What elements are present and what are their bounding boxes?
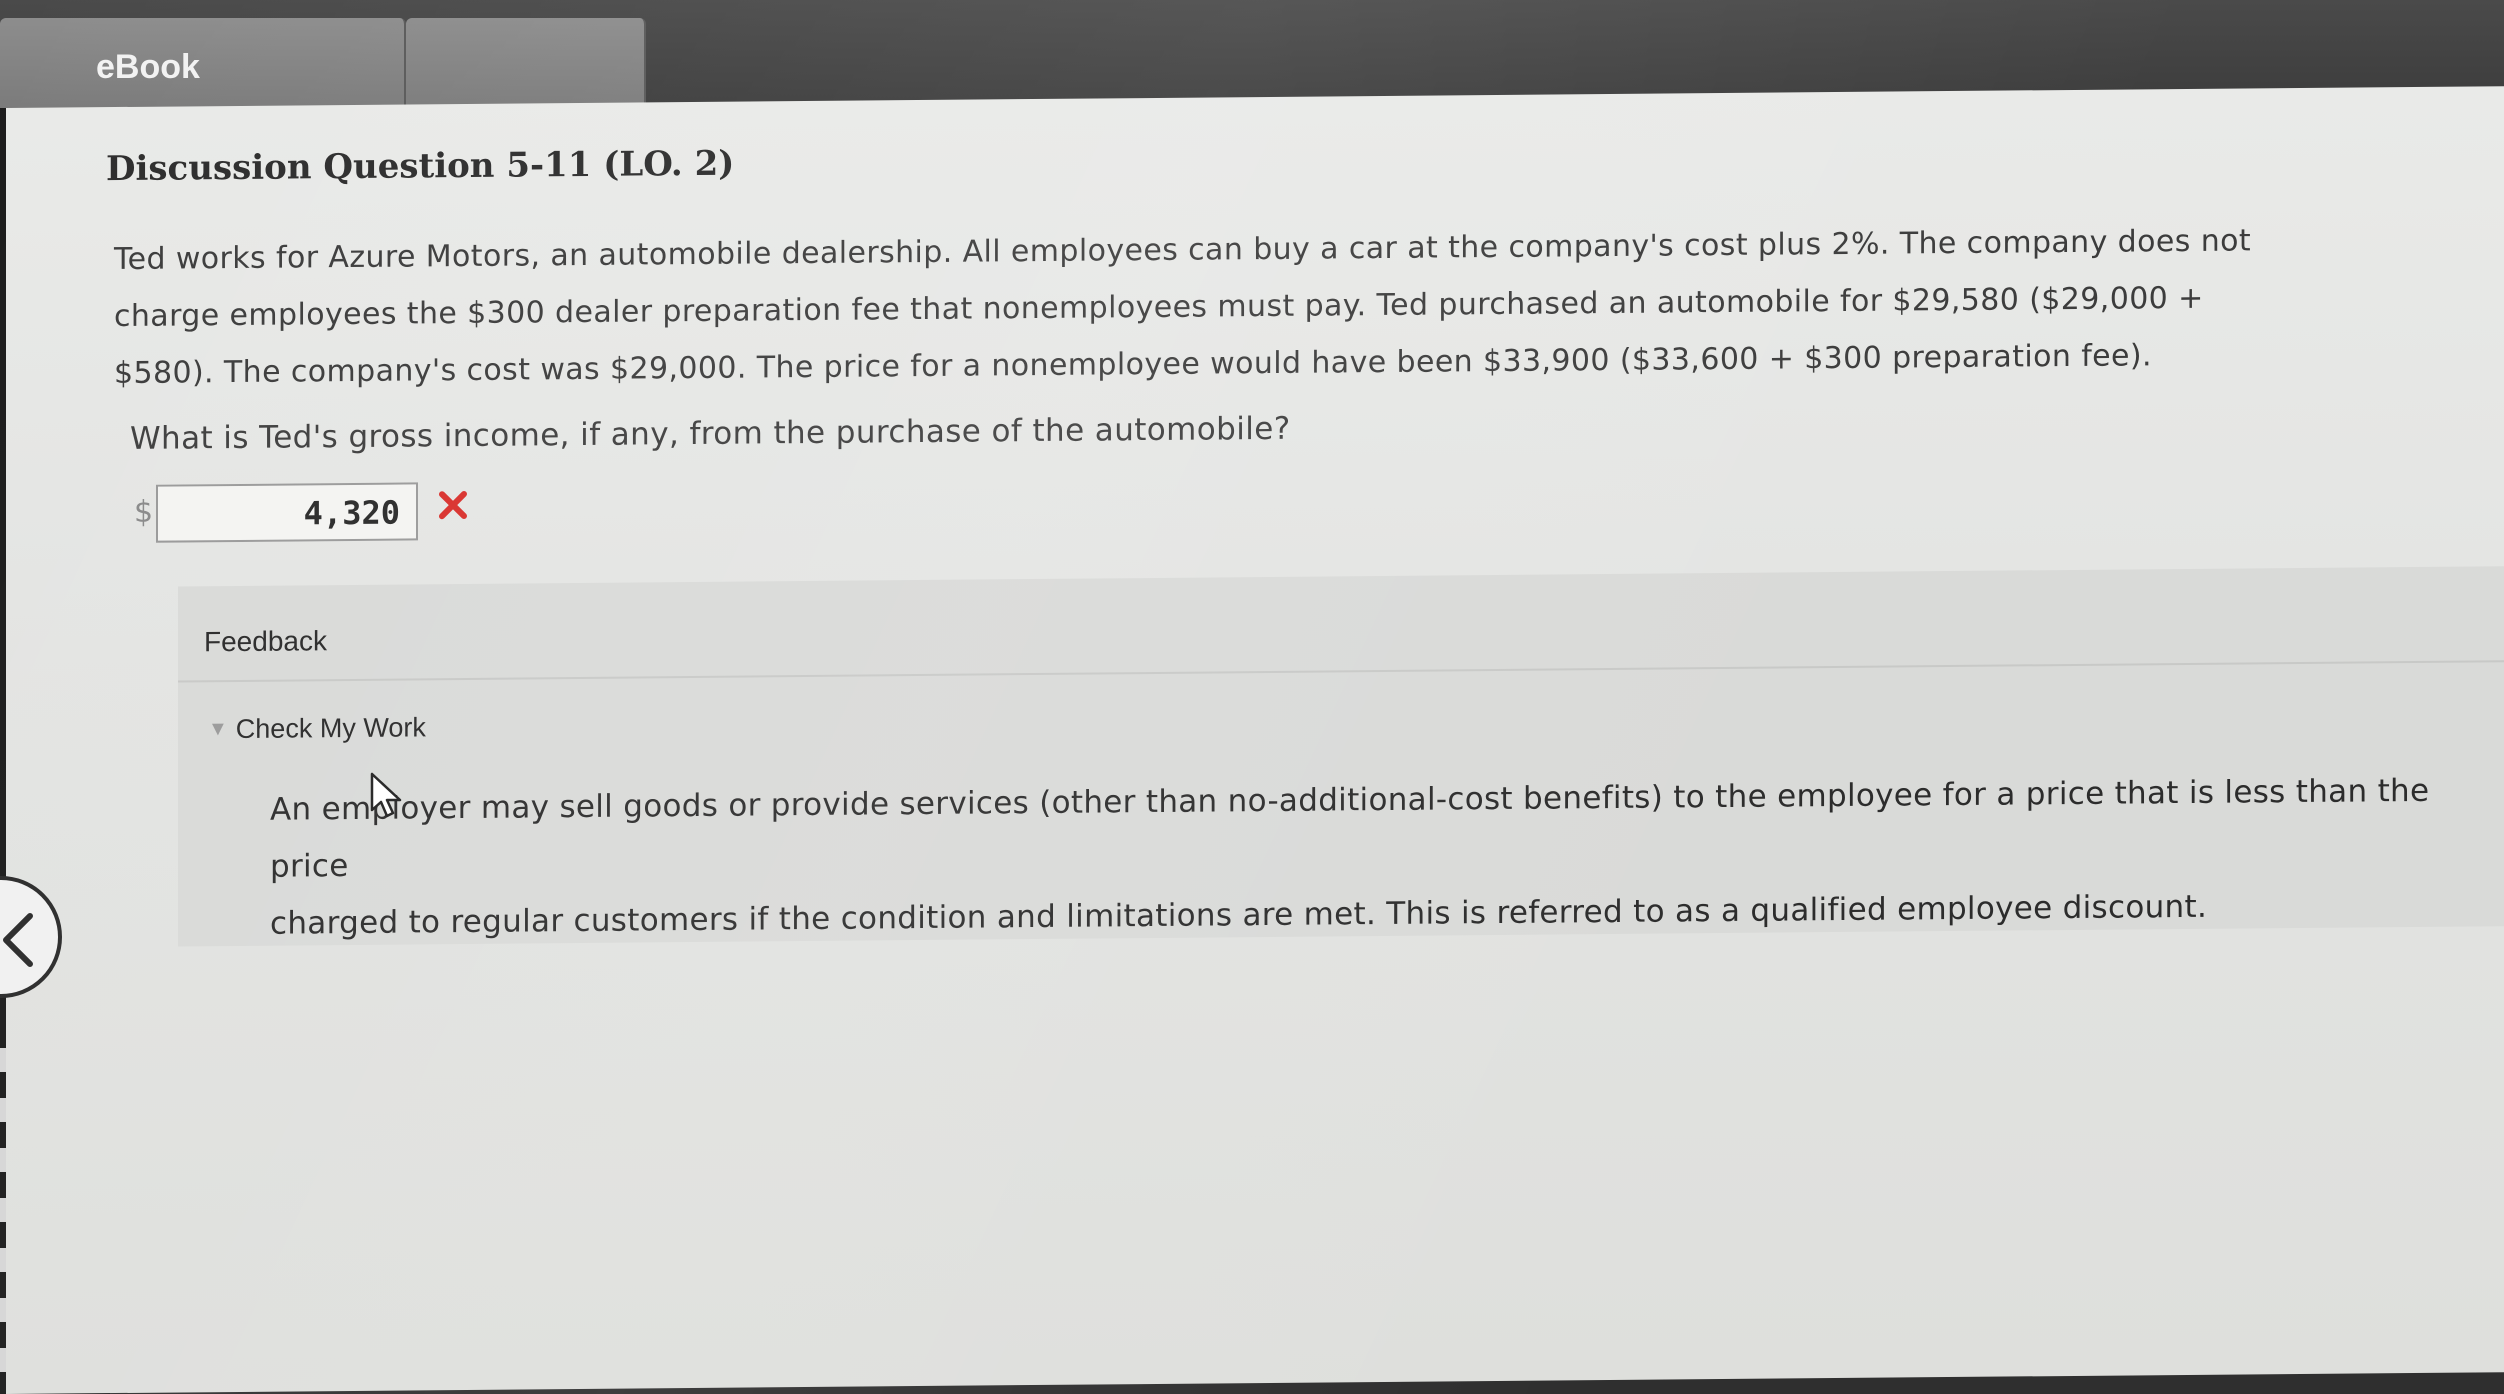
content-page: Discussion Question 5-11 (LO. 2) Ted wor… (6, 86, 2504, 1394)
tab-ebook[interactable]: eBook (0, 18, 406, 108)
currency-symbol: $ (134, 494, 154, 530)
mouse-cursor-icon (370, 772, 404, 822)
feedback-header: Feedback (204, 625, 327, 658)
question-title: Discussion Question 5-11 (LO. 2) (106, 143, 735, 190)
triangle-down-icon: ▼ (208, 718, 228, 741)
tab-secondary[interactable] (406, 18, 646, 108)
answer-input[interactable]: 4,320 (156, 482, 418, 543)
feedback-line: An employer may sell goods or provide se… (270, 772, 2430, 885)
feedback-divider (178, 660, 2504, 683)
chevron-left-icon (3, 913, 33, 967)
screen: eBook Discussion Question 5-11 (LO. 2) T… (0, 0, 2504, 1394)
question-prompt: What is Ted's gross income, if any, from… (130, 410, 1291, 457)
check-my-work-toggle[interactable]: ▼ Check My Work (208, 712, 426, 745)
tab-ebook-label: eBook (96, 48, 200, 86)
question-body: Ted works for Azure Motors, an automobil… (114, 211, 2374, 402)
answer-value: 4,320 (303, 493, 400, 533)
incorrect-x-icon (438, 490, 468, 524)
check-my-work-label: Check My Work (235, 712, 426, 744)
feedback-panel: Feedback ▼ Check My Work An employer may … (178, 566, 2504, 947)
feedback-body: An employer may sell goods or provide se… (270, 762, 2504, 953)
